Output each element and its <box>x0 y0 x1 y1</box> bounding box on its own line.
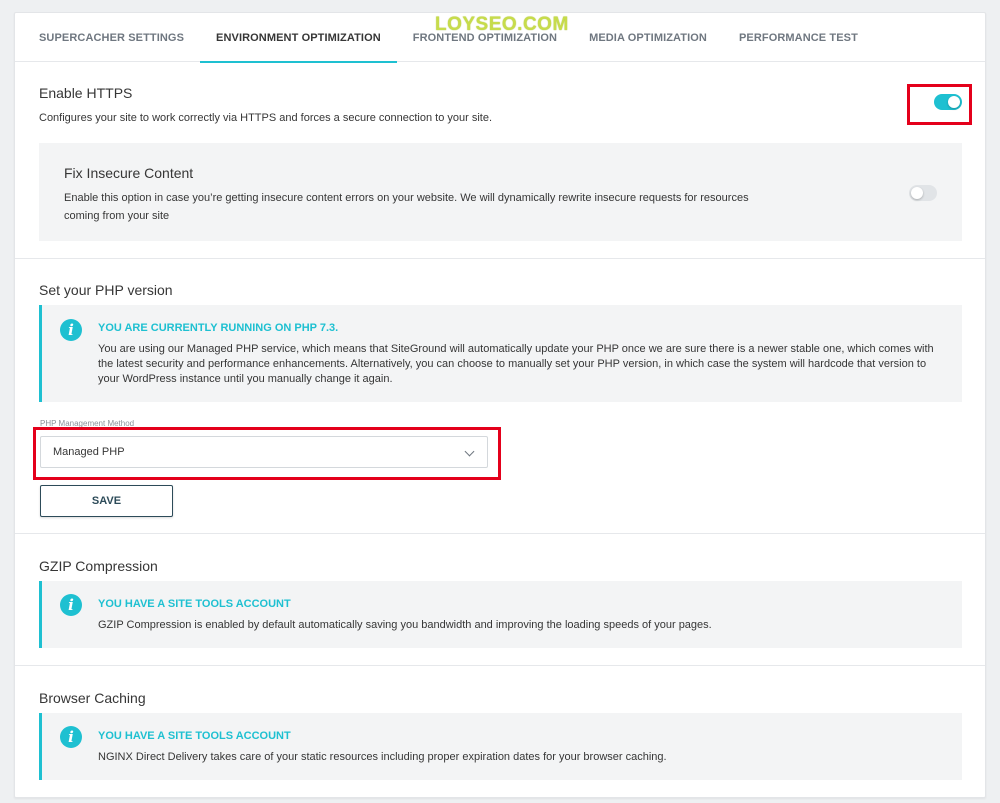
info-icon: i <box>60 594 82 616</box>
browser-caching-info-title: YOU HAVE A SITE TOOLS ACCOUNT <box>98 730 291 742</box>
tab-environment-optimization[interactable]: ENVIRONMENT OPTIMIZATION <box>200 13 397 63</box>
https-title: Enable HTTPS <box>39 85 133 101</box>
tab-bar: SUPERCACHER SETTINGS ENVIRONMENT OPTIMIZ… <box>15 13 985 63</box>
gzip-info-title: YOU HAVE A SITE TOOLS ACCOUNT <box>98 598 291 610</box>
info-icon: i <box>60 319 82 341</box>
browser-caching-title: Browser Caching <box>39 690 146 706</box>
tab-performance-test[interactable]: PERFORMANCE TEST <box>723 13 874 62</box>
tab-frontend-optimization[interactable]: FRONTEND OPTIMIZATION <box>397 13 573 62</box>
section-divider <box>15 665 985 666</box>
https-toggle[interactable] <box>934 94 962 110</box>
browser-caching-info-panel: i YOU HAVE A SITE TOOLS ACCOUNT NGINX Di… <box>39 713 962 780</box>
section-divider <box>15 258 985 259</box>
gzip-info-text: GZIP Compression is enabled by default a… <box>98 619 712 631</box>
https-description: Configures your site to work correctly v… <box>39 112 493 124</box>
fix-insecure-description: Enable this option in case you’re gettin… <box>64 192 749 222</box>
fix-insecure-toggle[interactable] <box>909 185 937 201</box>
info-icon: i <box>60 726 82 748</box>
gzip-title: GZIP Compression <box>39 558 158 574</box>
save-button[interactable]: SAVE <box>40 485 173 517</box>
chevron-down-icon <box>464 446 475 457</box>
fix-insecure-title: Fix Insecure Content <box>64 165 194 181</box>
fix-insecure-panel: Fix Insecure Content Enable this option … <box>39 143 962 241</box>
php-info-text: You are using our Managed PHP service, w… <box>98 343 934 385</box>
settings-card: SUPERCACHER SETTINGS ENVIRONMENT OPTIMIZ… <box>14 12 986 798</box>
browser-caching-info-text: NGINX Direct Delivery takes care of your… <box>98 751 667 763</box>
php-info-title: YOU ARE CURRENTLY RUNNING ON PHP 7.3. <box>98 322 339 334</box>
php-method-label: PHP Management Method <box>40 419 135 428</box>
tab-media-optimization[interactable]: MEDIA OPTIMIZATION <box>573 13 723 62</box>
gzip-info-panel: i YOU HAVE A SITE TOOLS ACCOUNT GZIP Com… <box>39 581 962 648</box>
toggle-knob <box>911 187 923 199</box>
tab-supercacher-settings[interactable]: SUPERCACHER SETTINGS <box>23 13 200 62</box>
php-method-select[interactable]: Managed PHP <box>40 436 488 468</box>
php-info-panel: i YOU ARE CURRENTLY RUNNING ON PHP 7.3. … <box>39 305 962 402</box>
section-divider <box>15 533 985 534</box>
php-title: Set your PHP version <box>39 282 173 298</box>
toggle-knob <box>948 96 960 108</box>
php-method-value: Managed PHP <box>53 446 125 458</box>
